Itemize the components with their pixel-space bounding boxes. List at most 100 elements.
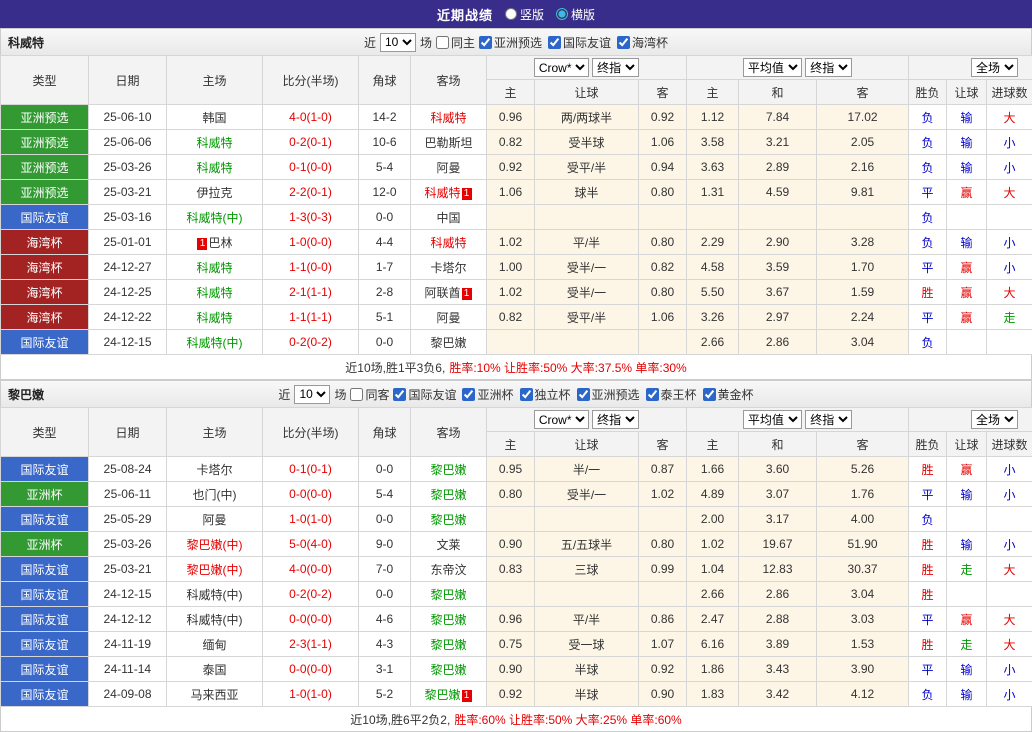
avg-home: 1.66 (686, 456, 740, 482)
league-checkbox[interactable] (479, 35, 492, 49)
match-score: 4-0(0-0) (262, 556, 359, 582)
red-card-badge: 1 (197, 237, 208, 250)
average-select[interactable]: 平均值 (742, 410, 802, 429)
team-results-table: 类型 日期 主场 比分(半场) 角球 客场 Crow* 终指 平均值 终指 全场 (0, 407, 1032, 707)
home-team: 黎巴嫩(中) (166, 531, 263, 557)
team-text: 卡塔尔 (196, 462, 233, 477)
match-type: 亚洲预选 (0, 179, 89, 205)
avg-away: 51.90 (816, 531, 910, 557)
same-venue-checkbox[interactable] (350, 387, 364, 401)
result: 平 (908, 304, 948, 330)
scope-select[interactable]: 全场 (971, 58, 1019, 77)
league-checkbox[interactable] (548, 35, 562, 49)
league-filter[interactable]: 亚洲杯 (462, 386, 514, 403)
team-text: 卡塔尔 (430, 260, 467, 275)
league-label: 亚洲预选 (494, 35, 543, 50)
avg-away: 2.16 (816, 154, 910, 180)
odds-away (637, 506, 688, 532)
avg-home: 2.47 (686, 606, 740, 632)
final-index-select[interactable]: 终指 (805, 58, 853, 77)
league-checkbox[interactable] (617, 35, 631, 49)
same-venue-filter[interactable]: 同主 (435, 34, 475, 51)
team-text: 科威特 (196, 160, 233, 175)
same-venue-checkbox[interactable] (435, 35, 449, 49)
col-avg-draw: 和 (738, 79, 818, 105)
odds-handicap: 三球 (534, 556, 639, 582)
odds-away: 0.80 (637, 229, 688, 255)
home-team: 科威特(中) (166, 204, 263, 230)
league-checkbox[interactable] (462, 387, 476, 401)
col-result: 胜负 (908, 431, 948, 457)
league-filter[interactable]: 亚洲预选 (479, 34, 542, 51)
goals-result: 大 (986, 179, 1032, 205)
summary-text: 近10场,胜1平3负6, (345, 360, 446, 375)
league-label: 亚洲杯 (477, 387, 514, 402)
page-title: 近期战绩 (436, 7, 493, 23)
avg-draw: 3.89 (738, 631, 818, 657)
odds-handicap: 半球 (534, 681, 639, 707)
odds-handicap: 半球 (534, 656, 639, 682)
col-goals: 进球数 (986, 79, 1032, 105)
avg-draw: 2.97 (738, 304, 818, 330)
same-venue-filter[interactable]: 同客 (350, 386, 389, 403)
avg-away: 2.05 (816, 129, 910, 155)
league-filter[interactable]: 国际友谊 (548, 34, 611, 51)
odds-home (486, 581, 535, 607)
league-filter[interactable]: 国际友谊 (393, 386, 456, 403)
odds-away: 0.80 (637, 531, 688, 557)
league-checkbox[interactable] (393, 387, 407, 401)
league-filter[interactable]: 独立杯 (519, 386, 571, 403)
layout-vertical-option[interactable]: 竖版 (504, 6, 544, 23)
avg-draw: 2.90 (738, 229, 818, 255)
col-avg-away: 客 (816, 431, 910, 457)
col-result: 胜负 (908, 79, 948, 105)
match-count-select[interactable]: 10 (294, 384, 331, 404)
away-team: 阿曼 (410, 304, 487, 330)
avg-away: 17.02 (816, 104, 910, 130)
league-filter[interactable]: 亚洲预选 (576, 386, 640, 403)
team-text: 阿曼 (436, 160, 461, 175)
match-row: 海湾杯 24-12-25 科威特 2-1(1-1) 2-8 阿联酋 1 1.02 受半/一 0.8… (0, 279, 1032, 305)
final-index-select[interactable]: 终指 (805, 410, 853, 429)
col-odds-home: 主 (486, 431, 535, 457)
match-score: 0-2(0-1) (262, 129, 359, 155)
match-date: 25-03-16 (88, 204, 167, 230)
avg-home: 4.58 (686, 254, 740, 280)
col-goals: 进球数 (986, 431, 1032, 457)
corner-score: 0-0 (358, 456, 411, 482)
bookmaker-select[interactable]: Crow* (533, 410, 589, 429)
average-select[interactable]: 平均值 (742, 58, 802, 77)
league-filter[interactable]: 泰王杯 (645, 386, 697, 403)
final-index-select[interactable]: 终指 (592, 58, 640, 77)
match-count-select[interactable]: 10 (379, 32, 416, 52)
odds-away: 0.86 (637, 606, 688, 632)
horizontal-layout-radio[interactable] (556, 8, 568, 20)
result: 胜 (908, 456, 948, 482)
odds-home (486, 204, 535, 230)
corner-score: 4-4 (358, 229, 411, 255)
league-filters: 国际友谊 亚洲杯 独立杯 亚洲预选 泰王杯 黄金杯 (393, 386, 754, 403)
team-text: 巴林 (208, 235, 233, 250)
odds-away: 0.94 (637, 154, 688, 180)
league-checkbox[interactable] (576, 387, 590, 401)
match-date: 25-03-26 (88, 154, 167, 180)
team-name: 黎巴嫩 (8, 387, 45, 402)
team-results-table: 类型 日期 主场 比分(半场) 角球 客场 Crow* 终指 平均值 终指 全场 (0, 55, 1032, 355)
team-text: 科威特 (196, 310, 233, 325)
vertical-layout-radio[interactable] (504, 8, 517, 20)
league-checkbox[interactable] (645, 387, 659, 401)
goals-result: 走 (986, 304, 1032, 330)
scope-select[interactable]: 全场 (971, 410, 1019, 429)
match-type: 亚洲杯 (0, 481, 89, 507)
home-team: 科威特 (166, 304, 263, 330)
layout-horizontal-option[interactable]: 横版 (556, 6, 595, 23)
league-checkbox[interactable] (519, 387, 533, 401)
bookmaker-select[interactable]: Crow* (533, 58, 589, 77)
away-team: 黎巴嫩 1 (410, 681, 487, 707)
odds-home: 0.82 (486, 304, 535, 330)
col-odds-away: 客 (637, 79, 688, 105)
final-index-select[interactable]: 终指 (592, 410, 640, 429)
league-filter[interactable]: 海湾杯 (617, 34, 668, 51)
league-filter[interactable]: 黄金杯 (702, 386, 754, 403)
league-checkbox[interactable] (702, 387, 716, 401)
